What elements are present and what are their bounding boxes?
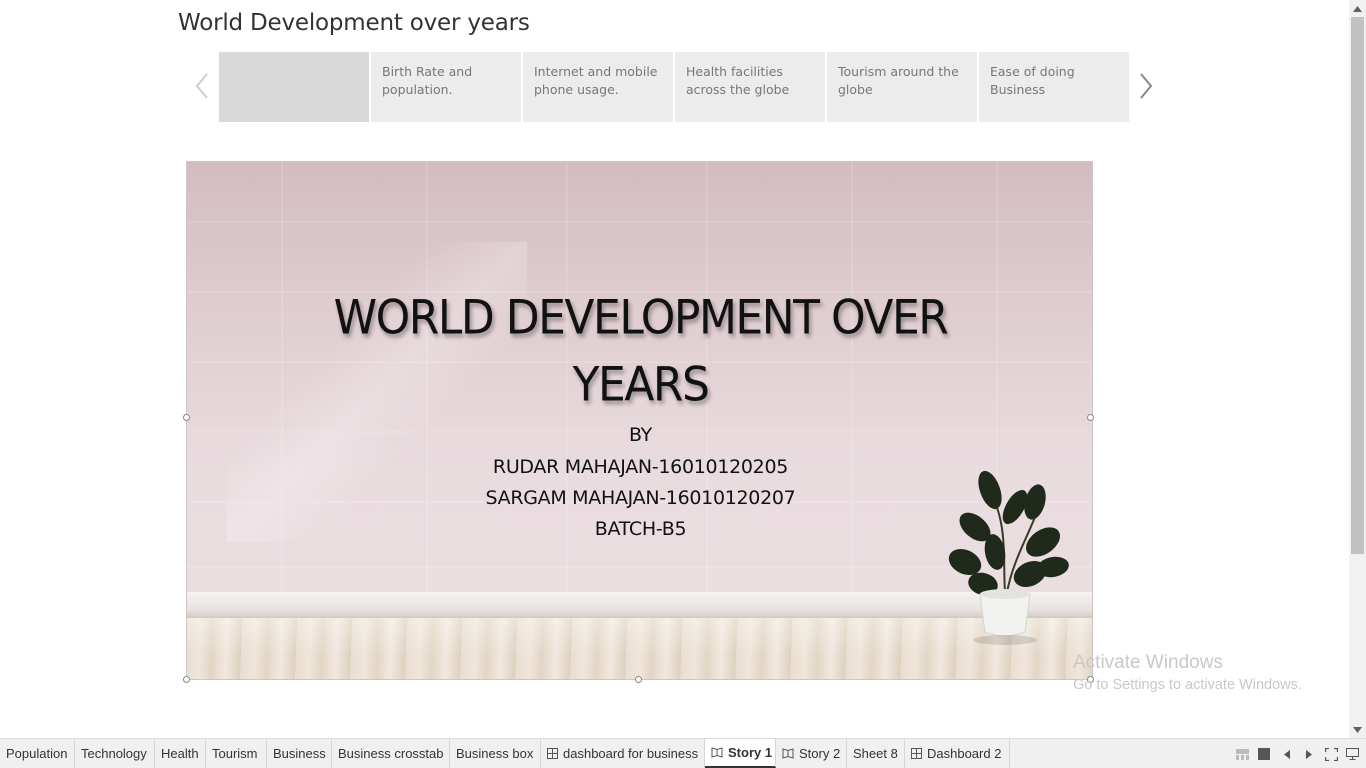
tab-label: Health [161,746,199,761]
scroll-up-button[interactable] [1349,0,1366,17]
slide-by: BY [628,424,652,446]
sheet-view-icon [1258,748,1270,760]
resize-handle-right[interactable] [1087,414,1094,421]
tab-dashboard-for-business[interactable]: dashboard for business [541,739,705,768]
story-point-5[interactable]: Tourism around the globe [827,52,977,122]
resize-handle-bottom-left[interactable] [183,676,190,683]
filmstrip-icon [1235,748,1249,760]
chevron-left-icon [195,73,208,99]
present-on-screen-button[interactable] [1345,747,1359,761]
tab-label: Dashboard 2 [927,746,1002,761]
slide-heading-line-2: YEARS [572,357,710,413]
story-point-1[interactable] [219,52,369,122]
fullscreen-icon [1324,747,1338,761]
story-point-label: Health facilities across the globe [686,64,790,97]
story-point-6[interactable]: Ease of doing Business [979,52,1129,122]
dashboard-icon [547,748,558,759]
sheet-tab-bar: Population Technology Health Tourism Bus… [0,738,1366,768]
activate-windows-subtitle: Go to Settings to activate Windows. [1073,677,1302,693]
tab-business[interactable]: Business [267,739,332,768]
tab-business-crosstab[interactable]: Business crosstab [332,739,450,768]
caret-right-icon [1306,749,1312,759]
show-filmstrip-button[interactable] [1235,747,1249,761]
tab-label: Business [273,746,326,761]
tab-sheet-8[interactable]: Sheet 8 [847,739,905,768]
caret-left-icon [1284,749,1290,759]
story-point-label: Ease of doing Business [990,64,1075,97]
next-story-point-button[interactable] [1132,66,1160,106]
tab-label: Tourism [212,746,258,761]
scroll-thumb[interactable] [1351,17,1364,554]
show-sheet-button[interactable] [1257,747,1271,761]
resize-handle-bottom[interactable] [635,676,642,683]
monitor-icon [1345,748,1359,760]
caret-down-icon [1353,726,1362,733]
chevron-right-icon [1140,73,1153,99]
story-icon [711,747,723,758]
scroll-down-button[interactable] [1349,721,1366,738]
story-points-navigator: Birth Rate and population. Internet and … [219,52,1131,122]
tab-label: Business box [456,746,534,761]
tab-label: dashboard for business [563,746,699,761]
next-sheet-button[interactable] [1302,747,1316,761]
tab-dashboard-2[interactable]: Dashboard 2 [905,739,1010,768]
tab-label: Population [6,746,68,761]
presentation-mode-button[interactable] [1324,747,1338,761]
vertical-scrollbar[interactable] [1349,0,1366,738]
story-point-label: Birth Rate and population. [382,64,473,97]
tab-label: Business crosstab [338,746,444,761]
tab-health[interactable]: Health [155,739,206,768]
previous-story-point-button[interactable] [188,66,216,106]
previous-sheet-button[interactable] [1280,747,1294,761]
story-point-3[interactable]: Internet and mobile phone usage. [523,52,673,122]
caret-up-icon [1353,5,1362,12]
tab-story-1[interactable]: Story 1 [705,739,776,768]
story-point-2[interactable]: Birth Rate and population. [371,52,521,122]
dashboard-icon [911,748,922,759]
story-icon [782,748,794,759]
tab-story-2[interactable]: Story 2 [776,739,847,768]
tab-label: Story 1 [728,745,773,760]
story-title: World Development over years [178,10,530,36]
tab-population[interactable]: Population [0,739,75,768]
potted-plant-illustration [948,470,1069,645]
resize-handle-left[interactable] [183,414,190,421]
activate-windows-title: Activate Windows [1073,652,1223,673]
tab-label: Story 2 [799,746,841,761]
tab-tourism[interactable]: Tourism [206,739,267,768]
tab-business-box[interactable]: Business box [450,739,541,768]
slide-heading-line-1: WORLD DEVELOPMENT OVER [333,290,949,346]
story-point-4[interactable]: Health facilities across the globe [675,52,825,122]
story-point-label: Internet and mobile phone usage. [534,64,658,97]
tab-technology[interactable]: Technology [75,739,155,768]
slide-heading: WORLD DEVELOPMENT OVER YEARS [187,285,1092,419]
story-point-label: Tourism around the globe [838,64,959,97]
tab-label: Technology [81,746,147,761]
title-slide-image: WORLD DEVELOPMENT OVER YEARS BY RUDAR MA… [186,161,1093,680]
tab-label: Sheet 8 [853,746,898,761]
